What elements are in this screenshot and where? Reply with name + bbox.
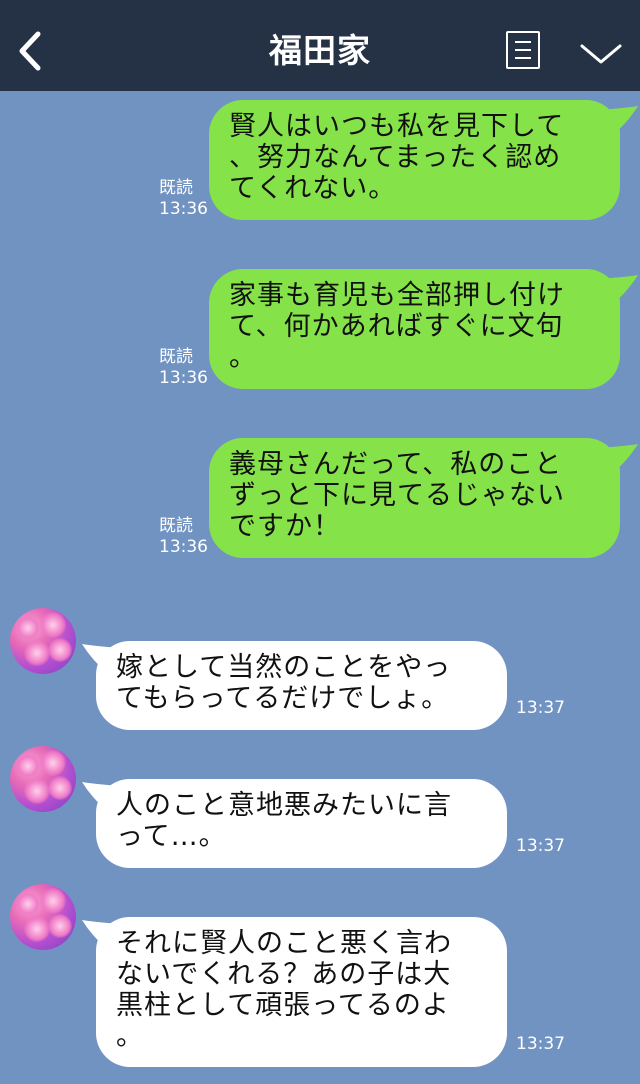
read-label: 既読 — [159, 347, 193, 367]
received-message: それに賢人のこと悪く言わ ないでくれる？あの子は大 黒柱として頑張ってるのよ 。… — [0, 884, 640, 1074]
timestamp: 13:36 — [159, 199, 208, 219]
chat-title: 福田家 — [269, 31, 371, 70]
read-status: 既読 13:36 — [159, 347, 208, 389]
avatar[interactable] — [10, 746, 76, 812]
read-status: 既読 13:36 — [159, 178, 208, 220]
message-line: て、何かあればすぐに文句 — [229, 311, 564, 342]
message-bubble[interactable]: 義母さんだって、私のこと ずっと下に見てるじゃない ですか！ — [209, 438, 620, 558]
message-line: って…。 — [116, 821, 227, 852]
avatar[interactable] — [10, 884, 76, 950]
timestamp: 13:37 — [516, 1034, 565, 1054]
message-line: 、努力なんてまったく認め — [229, 142, 562, 173]
message-line: ですか！ — [229, 511, 341, 542]
message-bubble[interactable]: 人のこと意地悪みたいに言 って…。 — [96, 779, 507, 868]
chat-header: 福田家 — [0, 0, 640, 91]
read-status: 既読 13:36 — [159, 516, 208, 558]
message-line: 賢人はいつも私を見下して — [229, 111, 565, 142]
chevron-down-icon — [580, 44, 622, 64]
message-line: 黒柱として頑張ってるのよ — [116, 990, 450, 1021]
message-bubble[interactable]: 家事も育児も全部押し付け て、何かあればすぐに文句 。 — [209, 269, 620, 389]
read-label: 既読 — [159, 178, 193, 198]
message-line: 義母さんだって、私のこと — [229, 449, 563, 480]
sent-message: 賢人はいつも私を見下して 、努力なんてまったく認め てくれない。 既読 13:3… — [0, 100, 640, 222]
message-line: てもらってるだけでしょ。 — [116, 683, 450, 714]
received-message: 人のこと意地悪みたいに言 って…。 13:37 — [0, 746, 640, 871]
timestamp: 13:36 — [159, 537, 208, 557]
dropdown-button[interactable] — [578, 34, 624, 74]
message-bubble[interactable]: それに賢人のこと悪く言わ ないでくれる？あの子は大 黒柱として頑張ってるのよ 。 — [96, 917, 507, 1067]
message-line: 嫁として当然のことをやっ — [116, 652, 452, 683]
sent-message: 家事も育児も全部押し付け て、何かあればすぐに文句 。 既読 13:36 — [0, 269, 640, 391]
message-bubble[interactable]: 賢人はいつも私を見下して 、努力なんてまったく認め てくれない。 — [209, 100, 620, 220]
message-line: てくれない。 — [229, 173, 397, 204]
timestamp: 13:36 — [159, 368, 208, 388]
message-line: 。 — [229, 342, 257, 373]
message-line: ないでくれる？あの子は大 — [116, 959, 452, 990]
message-line: ずっと下に見てるじゃない — [229, 480, 565, 511]
message-line: それに賢人のこと悪く言わ — [116, 928, 452, 959]
message-line: 。 — [116, 1021, 144, 1052]
timestamp: 13:37 — [516, 698, 565, 718]
message-line: 家事も育児も全部押し付け — [229, 280, 565, 311]
avatar[interactable] — [10, 608, 76, 674]
sent-message: 義母さんだって、私のこと ずっと下に見てるじゃない ですか！ 既読 13:36 — [0, 438, 640, 560]
message-line: 人のこと意地悪みたいに言 — [116, 790, 452, 821]
received-message: 嫁として当然のことをやっ てもらってるだけでしょ。 13:37 — [0, 608, 640, 733]
read-label: 既読 — [159, 516, 193, 536]
message-bubble[interactable]: 嫁として当然のことをやっ てもらってるだけでしょ。 — [96, 641, 507, 730]
menu-button[interactable] — [506, 31, 540, 69]
timestamp: 13:37 — [516, 836, 565, 856]
